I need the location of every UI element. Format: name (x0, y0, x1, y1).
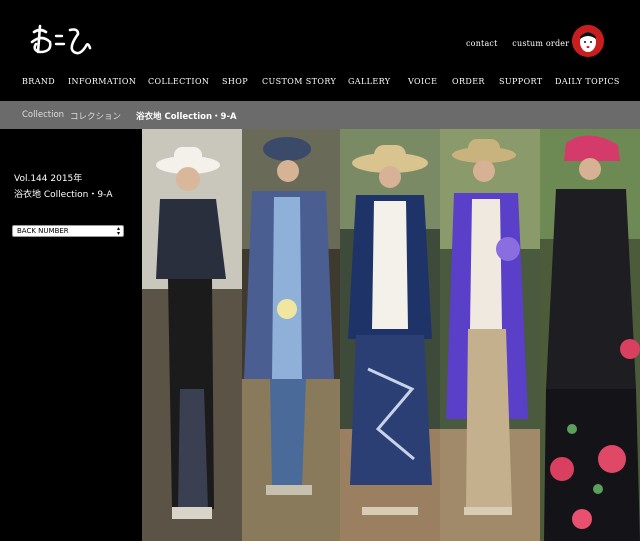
nav-shop[interactable]: SHOP (222, 77, 248, 86)
collection-photo (142, 129, 640, 541)
collection-title: 浴衣地 Collection・9-A (14, 190, 113, 200)
nav-voice[interactable]: VOICE (408, 77, 437, 86)
nav-collection[interactable]: COLLECTION (148, 77, 209, 86)
nav-brand[interactable]: BRAND (22, 77, 55, 86)
brand-badge-icon[interactable] (572, 25, 604, 57)
nav-custom-story[interactable]: CUSTOM STORY (262, 77, 336, 86)
back-number-select[interactable]: BACK NUMBER ▴ ▾ (12, 225, 124, 237)
breadcrumb-current: 浴衣地 Collection・9-A (136, 112, 237, 122)
site-header: contact custum order BRAND INFORMATION C… (0, 0, 640, 100)
back-number-value: BACK NUMBER (17, 227, 69, 235)
nav-gallery[interactable]: GALLERY (348, 77, 391, 86)
top-links: contact custum order (466, 39, 581, 48)
nav-order[interactable]: ORDER (452, 77, 485, 86)
volume-label: Vol.144 2015年 (14, 174, 83, 184)
custom-order-link[interactable]: custum order (512, 39, 569, 48)
select-arrows-icon: ▴ ▾ (116, 225, 120, 237)
nav-daily-topics[interactable]: DAILY TOPICS (555, 77, 620, 86)
sidebar: Vol.144 2015年 浴衣地 Collection・9-A BACK NU… (0, 129, 142, 541)
breadcrumb: Collection コレクション 浴衣地 Collection・9-A (0, 101, 640, 129)
contact-link[interactable]: contact (466, 39, 498, 48)
nav-information[interactable]: INFORMATION (68, 77, 136, 86)
main-nav: BRAND INFORMATION COLLECTION SHOP CUSTOM… (0, 77, 640, 91)
site-logo[interactable] (28, 22, 94, 62)
nav-support[interactable]: SUPPORT (499, 77, 543, 86)
breadcrumb-collection[interactable]: Collection (22, 110, 64, 120)
breadcrumb-collection-jp[interactable]: コレクション (70, 110, 121, 122)
